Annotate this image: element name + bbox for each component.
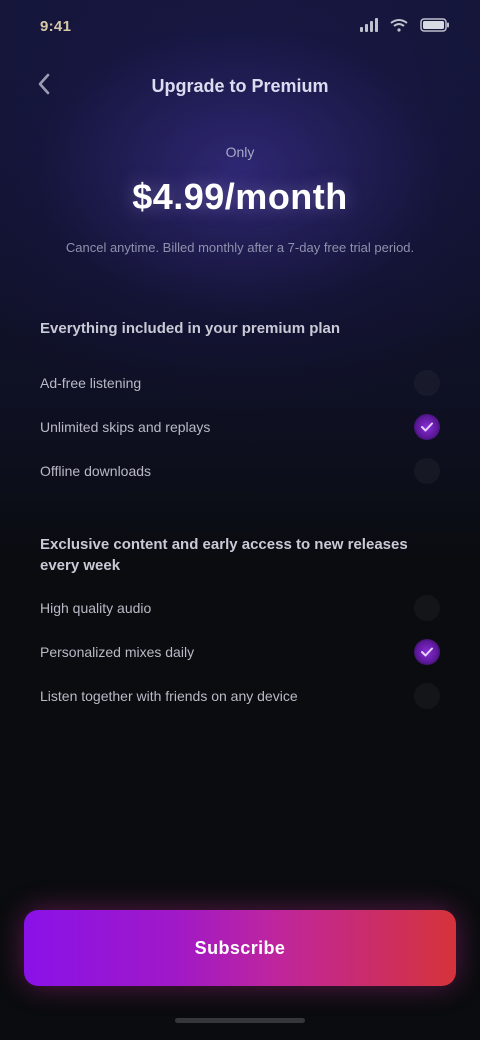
feature-label: Ad-free listening [40, 375, 142, 391]
section-heading: Everything included in your premium plan [40, 320, 341, 337]
feature-row: High quality audio [40, 586, 440, 630]
page-title: Upgrade to Premium [151, 76, 329, 96]
check-icon [414, 595, 440, 621]
check-icon [414, 639, 440, 665]
home-indicator [175, 1018, 305, 1023]
pricing-subtitle: Cancel anytime. Billed monthly after a 7… [65, 240, 415, 255]
wifi-icon [390, 18, 408, 32]
status-icons [360, 18, 450, 32]
features-section-2: Exclusive content and early access to ne… [40, 534, 440, 718]
feature-row: Ad-free listening [40, 361, 440, 405]
feature-row: Listen together with friends on any devi… [40, 674, 440, 718]
status-time: 9:41 [40, 18, 72, 35]
check-icon [414, 370, 440, 396]
feature-row: Personalized mixes daily [40, 630, 440, 674]
subscribe-button[interactable]: Subscribe [24, 910, 456, 986]
feature-label: Listen together with friends on any devi… [40, 688, 298, 704]
battery-icon [420, 18, 450, 32]
signal-icon [360, 18, 378, 32]
check-icon [414, 414, 440, 440]
feature-row: Offline downloads [40, 449, 440, 493]
feature-label: Offline downloads [40, 463, 152, 479]
premium-upgrade-screen: 9:41 Upgrade to Premium Only $4.99/month… [0, 0, 480, 1040]
price-label: Only [225, 144, 255, 160]
back-button[interactable] [28, 68, 60, 100]
feature-label: High quality audio [40, 600, 152, 616]
chevron-left-icon [38, 73, 50, 95]
feature-label: Personalized mixes daily [40, 644, 195, 660]
status-bar: 9:41 [0, 0, 480, 56]
check-icon [414, 458, 440, 484]
section-heading: Exclusive content and early access to ne… [40, 536, 408, 574]
check-icon [414, 683, 440, 709]
price-value: $4.99/month [132, 176, 348, 217]
feature-row: Unlimited skips and replays [40, 405, 440, 449]
feature-label: Unlimited skips and replays [40, 419, 211, 435]
features-section-1: Everything included in your premium plan… [40, 318, 440, 493]
